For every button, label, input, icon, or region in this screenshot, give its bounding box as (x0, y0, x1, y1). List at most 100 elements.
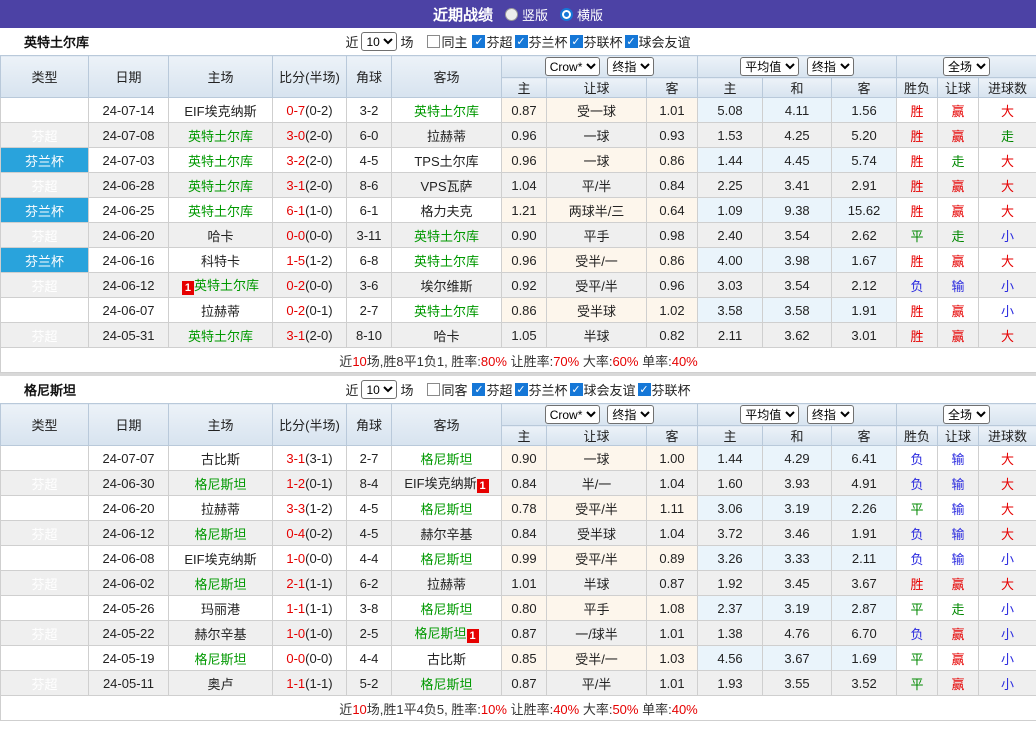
score-cell: 0-4(0-2) (272, 520, 347, 546)
odds-handicap-cell: 平手 (546, 222, 647, 248)
away-team-cell: 英特土尔库 (391, 297, 502, 323)
result-handicap-cell: 输 (937, 470, 980, 496)
home-team-cell: 格尼斯坦 (168, 570, 273, 596)
home-team-cell: 格尼斯坦 (168, 470, 273, 496)
avg-type-select[interactable]: 平均值 (740, 57, 800, 76)
games-count-select[interactable]: 10 (361, 32, 398, 51)
odds-home-cell: 0.87 (501, 97, 547, 123)
odds-home-cell: 0.80 (501, 595, 547, 621)
avg-draw-cell: 4.11 (762, 97, 833, 123)
result-winloss-cell: 负 (896, 445, 939, 471)
competition-checkbox[interactable]: ✓ 芬超 (472, 32, 513, 51)
avg-draw-cell: 3.55 (762, 670, 833, 696)
odds-time-select[interactable]: 终指 (607, 405, 655, 424)
fulltime-score: 0-0 (286, 650, 306, 666)
result-goals-cell: 大 (978, 470, 1036, 496)
odds-company-select[interactable]: Crow* (544, 57, 600, 76)
odds-away-cell: 0.64 (645, 197, 699, 223)
layout-radio-horizontal[interactable]: 横版 (560, 5, 603, 24)
avg-draw-cell: 3.41 (762, 172, 833, 198)
col-corner-header: 角球 (346, 55, 392, 98)
games-count-select[interactable]: 10 (361, 380, 398, 399)
avg-home-cell: 2.11 (697, 322, 764, 348)
summary-stat-value: 80% (480, 353, 507, 369)
date-cell: 24-06-12 (88, 272, 169, 298)
competition-checkbox[interactable]: ✓ 球会友谊 (569, 380, 636, 399)
odds-away-cell: 1.02 (645, 297, 699, 323)
competition-checkbox[interactable]: ✓ 芬联杯 (569, 32, 623, 51)
avg-home-header: 主 (697, 425, 764, 446)
home-team-cell: EIF埃克纳斯 (168, 545, 273, 571)
home-team-cell: 英特土尔库 (168, 122, 273, 148)
odds-away-cell: 0.96 (645, 272, 699, 298)
summary-stat-value: 50% (612, 701, 639, 717)
fulltime-score: 1-0 (286, 625, 306, 641)
away-team-cell: 赫尔辛基 (391, 520, 502, 546)
home-team-cell: EIF埃克纳斯 (168, 97, 273, 123)
corners-cell: 2-5 (346, 620, 392, 646)
result-winloss-cell: 胜 (896, 570, 939, 596)
away-team-cell: 格力夫克 (391, 197, 502, 223)
competition-badge: 芬超 (0, 495, 89, 521)
odds-home-header: 主 (501, 425, 547, 446)
halftime-score: (0-0) (305, 650, 333, 666)
result-goals-cell: 大 (978, 495, 1036, 521)
team-name: 英特土尔库 (413, 253, 479, 269)
fulltime-score: 0-0 (286, 227, 306, 243)
odds-handicap-cell: 受平/半 (546, 272, 647, 298)
score-cell: 1-1(1-1) (272, 595, 347, 621)
checkbox-checked-icon: ✓ (624, 35, 638, 48)
team-name: 哈卡 (433, 328, 460, 344)
fulltime-score: 1-1 (286, 675, 306, 691)
corners-cell: 3-11 (346, 222, 392, 248)
team-name-heading: 英特土尔库 (24, 35, 90, 50)
avg-draw-cell: 4.29 (762, 445, 833, 471)
score-cell: 2-1(1-1) (272, 570, 347, 596)
same-venue-checkbox[interactable]: 同客 (427, 380, 467, 399)
layout-radio-vertical[interactable]: 竖版 (504, 5, 548, 24)
odds-company-select[interactable]: Crow* (544, 405, 600, 424)
avg-time-select[interactable]: 终指 (806, 405, 854, 424)
competition-checkbox[interactable]: ✓ 芬兰杯 (514, 380, 568, 399)
checkbox-unchecked-icon (427, 35, 441, 48)
result-winloss-cell: 负 (896, 272, 939, 298)
fulltime-score: 0-2 (286, 302, 306, 318)
team-name: EIF埃克纳斯 (404, 476, 477, 491)
competition-badge: 芬兰杯 (0, 247, 89, 273)
result-scope-select[interactable]: 全场 (943, 57, 991, 76)
avg-away-cell: 2.26 (831, 495, 898, 521)
odds-away-cell: 1.01 (645, 620, 699, 646)
fulltime-score: 3-1 (286, 450, 306, 466)
result-winloss-cell: 胜 (896, 97, 939, 123)
same-venue-checkbox[interactable]: 同主 (427, 32, 467, 51)
summary-text: 场,胜1平4负5, 胜率: (366, 701, 481, 717)
competition-checkbox[interactable]: ✓ 芬超 (472, 380, 513, 399)
avg-draw-cell: 3.19 (762, 595, 833, 621)
odds-home-cell: 0.96 (501, 122, 547, 148)
halftime-score: (1-2) (305, 500, 333, 516)
competition-checkbox[interactable]: ✓ 芬兰杯 (514, 32, 568, 51)
avg-home-cell: 1.60 (697, 470, 764, 496)
odds-time-select[interactable]: 终指 (607, 57, 655, 76)
away-team-cell: 英特土尔库 (391, 222, 502, 248)
team-name: EIF埃克纳斯 (184, 551, 257, 567)
result-scope-select[interactable]: 全场 (943, 405, 991, 424)
result-handicap-cell: 赢 (937, 645, 980, 671)
date-cell: 24-05-22 (88, 620, 169, 646)
result-winloss-cell: 胜 (896, 297, 939, 323)
summary-text: 单率: (638, 701, 672, 717)
away-team-cell: 英特土尔库 (391, 247, 502, 273)
checkbox-label: 芬兰杯 (528, 383, 568, 398)
competition-checkbox[interactable]: ✓ 球会友谊 (624, 32, 691, 51)
competition-filter-group: ✓ 芬超 ✓ 芬兰杯 ✓ 球会友谊 ✓ 芬联杯 (470, 380, 691, 399)
home-team-cell: 科特卡 (168, 247, 273, 273)
avg-type-select[interactable]: 平均值 (740, 405, 800, 424)
radio-label: 竖版 (521, 7, 548, 23)
avg-time-select[interactable]: 终指 (806, 57, 854, 76)
avg-away-cell: 1.67 (831, 247, 898, 273)
odds-away-header: 客 (645, 77, 699, 98)
summary-stat-value: 40% (671, 353, 698, 369)
competition-badge: 芬兰杯 (0, 197, 89, 223)
competition-checkbox[interactable]: ✓ 芬联杯 (637, 380, 691, 399)
result-winloss-cell: 平 (896, 595, 939, 621)
